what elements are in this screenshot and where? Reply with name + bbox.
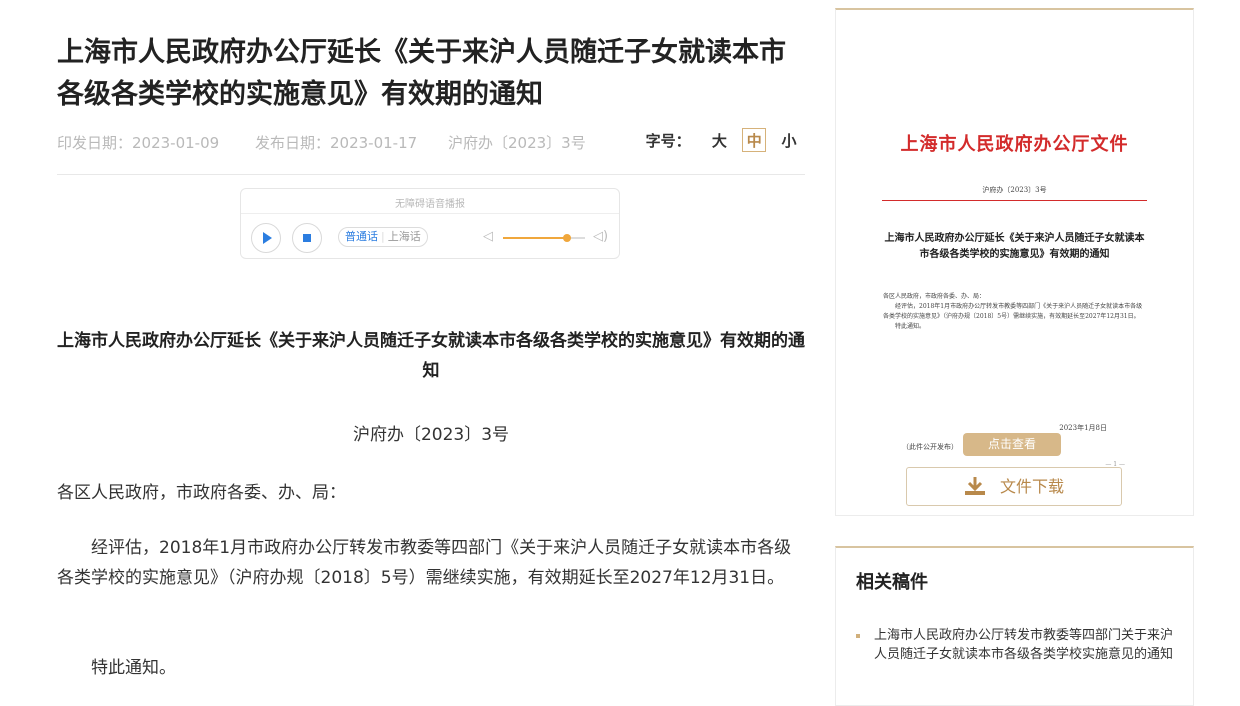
salutation-paragraph: 各区人民政府，市政府各委、办、局： [57,483,346,503]
volume-low-icon: ◁ [483,229,493,244]
document-title: 上海市人民政府办公厅延长《关于来沪人员随迁子女就读本市各级各类学校的实施意见》有… [57,331,805,381]
player-title: 无障碍语音播报 [395,199,465,210]
closing-paragraph: 特此通知。 [91,658,176,678]
volume-slider-fill [503,237,567,239]
preview-paragraph: 经评估，2018年1月市政府办公厅转发市教委等四部门《关于来沪人员随迁子女就读本… [883,303,1143,320]
volume-slider[interactable] [503,234,585,242]
publish-date: 发布日期：2023-01-17 [255,134,418,152]
download-label: 文件下载 [999,477,1064,496]
document-number: 沪府办〔2023〕3号 [352,425,510,445]
font-size-medium-button[interactable]: 中 [742,128,767,152]
font-size-label: 字号： [645,132,691,150]
stop-button[interactable] [292,223,322,253]
language-mandarin-option[interactable]: 普通话 [345,230,378,243]
download-file-button[interactable]: 文件下载 [906,467,1122,506]
stop-icon [303,234,311,242]
preview-title: 上海市人民政府办公厅延长《关于来沪人员随迁子女就读本市各级各类学校的实施意见》有… [884,233,1145,260]
font-size-small-button[interactable]: 小 [777,129,801,153]
play-icon [263,232,272,244]
related-title: 相关稿件 [856,572,928,593]
doc-number-meta: 沪府办〔2023〕3号 [448,134,586,152]
preview-closing: 特此通知。 [895,323,926,330]
volume-slider-handle[interactable] [562,234,571,242]
player-divider [241,213,619,214]
document-preview-card: 上海市人民政府办公厅文件 沪府办〔2023〕3号 上海市人民政府办公厅延长《关于… [835,8,1194,516]
related-article-link[interactable]: 上海市人民政府办公厅转发市教委等四部门关于来沪人员随迁子女就读本市各级各类学校实… [856,626,1176,664]
preview-salutation: 各区人民政府，市政府各委、办、局： [883,293,986,300]
document-preview-image[interactable]: 上海市人民政府办公厅文件 沪府办〔2023〕3号 上海市人民政府办公厅延长《关于… [882,48,1147,478]
preview-footnote: （此件公开发布） [902,443,958,451]
font-size-switcher: 字号： 大 中 小 [646,128,801,153]
download-icon [964,477,985,495]
preview-date: 2023年1月8日 [1059,424,1107,432]
audio-player: 无障碍语音播报 普通话 | 上海话 ◁ ◁) [240,188,620,259]
body-paragraph: 经评估，2018年1月市政府办公厅转发市教委等四部门《关于来沪人员随迁子女就读本… [57,538,792,588]
related-articles-panel: 相关稿件 上海市人民政府办公厅转发市教委等四部门关于来沪人员随迁子女就读本市各级… [835,546,1194,706]
header-divider [57,174,805,175]
view-document-button[interactable]: 点击查看 [963,433,1061,456]
related-article-label: 上海市人民政府办公厅转发市教委等四部门关于来沪人员随迁子女就读本市各级各类学校实… [874,628,1174,662]
font-size-large-button[interactable]: 大 [707,129,731,153]
preview-doc-number: 沪府办〔2023〕3号 [982,186,1047,194]
preview-body: 各区人民政府，市政府各委、办、局： 经评估，2018年1月市政府办公厅转发市教委… [883,292,1146,332]
language-shanghainese-option[interactable]: 上海话 [388,230,421,243]
play-button[interactable] [251,223,281,253]
volume-high-icon: ◁) [593,229,609,244]
bullet-icon [856,634,860,638]
print-date: 印发日期：2023-01-09 [57,134,220,152]
preview-header: 上海市人民政府办公厅文件 [900,134,1129,155]
preview-red-rule [882,200,1147,201]
article-title: 上海市人民政府办公厅延长《关于来沪人员随迁子女就读本市各级各类学校的实施意见》有… [57,37,786,110]
language-toggle: 普通话 | 上海话 [338,227,428,247]
